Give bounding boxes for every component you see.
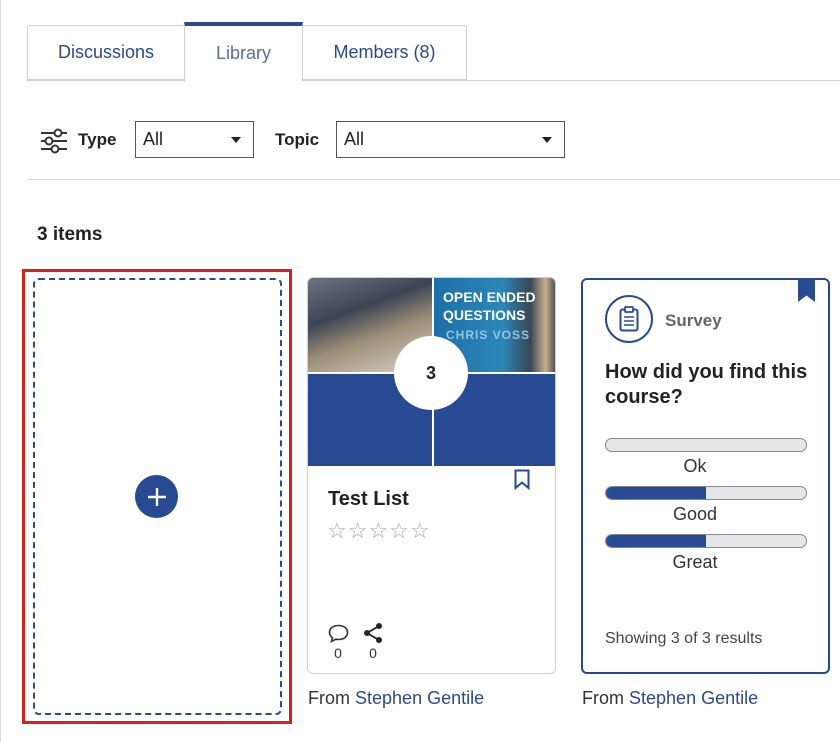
survey-option-label: Good	[672, 504, 718, 524]
survey-option-label: Great	[672, 552, 718, 572]
survey-option-ok-bar[interactable]	[605, 438, 807, 452]
plus-icon	[147, 487, 166, 506]
list-card-author: From Stephen Gentile	[308, 688, 484, 709]
bookmark-icon[interactable]	[514, 469, 530, 490]
comment-count: 0	[334, 645, 342, 661]
thumbnail-subtitle: CHRIS VOSS	[446, 328, 531, 342]
rating-stars[interactable]: ☆☆☆☆☆	[327, 518, 431, 544]
tab-members[interactable]: Members (8)	[303, 25, 467, 80]
chevron-down-icon	[231, 137, 241, 143]
filters-divider	[27, 179, 840, 180]
list-item-count: 3	[394, 336, 468, 410]
add-item-button[interactable]	[135, 475, 178, 518]
tab-library[interactable]: Library	[184, 22, 303, 82]
type-select-value: All	[143, 129, 164, 149]
survey-question: How did you find this course?	[605, 361, 808, 408]
list-title[interactable]: Test List	[328, 488, 409, 511]
survey-badge	[605, 295, 653, 343]
clipboard-icon	[619, 306, 639, 332]
type-select[interactable]: All	[135, 121, 254, 158]
survey-type-label: Survey	[665, 311, 722, 330]
survey-option-label: Ok	[683, 456, 707, 476]
type-filter-label: Type	[78, 130, 117, 149]
tabs-baseline	[27, 80, 840, 81]
from-label: From	[308, 688, 350, 708]
author-link[interactable]: Stephen Gentile	[629, 688, 758, 708]
survey-card[interactable]: Survey How did you find this course? Ok …	[581, 278, 830, 674]
topic-filter-label: Topic	[275, 130, 320, 149]
survey-card-author: From Stephen Gentile	[582, 688, 758, 709]
bookmark-filled-icon[interactable]	[798, 280, 815, 303]
thumbnail-title-line1: OPEN ENDED	[443, 289, 536, 305]
item-count: 3 items	[37, 224, 103, 245]
tab-discussions[interactable]: Discussions	[27, 25, 184, 80]
survey-option-great-bar[interactable]	[605, 534, 807, 548]
list-card[interactable]: OPEN ENDED QUESTIONS CHRIS VOSS 3 Test L…	[307, 277, 556, 674]
chevron-down-icon	[542, 137, 552, 143]
comment-icon[interactable]	[328, 624, 349, 643]
filter-sliders-icon	[41, 128, 67, 154]
from-label: From	[582, 688, 624, 708]
thumbnail-title-line2: QUESTIONS	[443, 307, 526, 323]
share-icon[interactable]	[362, 622, 384, 644]
share-count: 0	[369, 645, 377, 661]
left-border	[0, 0, 1, 742]
topic-select-value: All	[344, 129, 365, 149]
topic-select[interactable]: All	[336, 121, 565, 158]
survey-results-text: Showing 3 of 3 results	[605, 630, 763, 647]
survey-option-good-bar[interactable]	[605, 486, 807, 500]
author-link[interactable]: Stephen Gentile	[355, 688, 484, 708]
